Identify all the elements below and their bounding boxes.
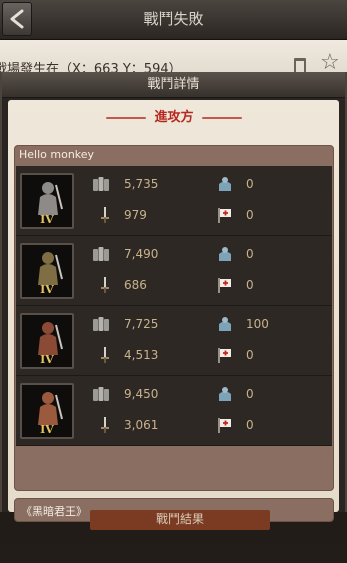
troop-lost: 0 [246,208,254,222]
battle-report-screen: 戰鬥失敗 戰場發生在（X：663 Y：594） ☆ 戰鬥詳情 進攻方 Hello… [0,0,347,563]
wounded-icon [219,247,231,261]
dialog-title: 戰鬥詳情 [147,77,200,92]
troop-portrait[interactable]: IV [20,173,74,229]
troop-row: IV 9,450 0 3,061 0 [16,376,332,446]
troop-wounded: 0 [246,177,254,191]
troop-count-icon [93,387,109,401]
troop-lost: 0 [246,348,254,362]
troop-survived: 3,061 [124,418,159,432]
troop-survived: 979 [124,208,147,222]
troop-total: 5,735 [124,177,159,191]
right-ornament [202,117,242,119]
archer-icon [38,392,63,425]
wounded-icon [219,387,231,401]
troop-lost: 0 [246,418,254,432]
sword-icon [101,417,109,433]
troop-count-icon [93,247,109,261]
wounded-icon [219,317,231,331]
medical-flag-icon [218,278,231,293]
tier-label: IV [40,283,54,296]
troop-portrait[interactable]: IV [20,243,74,299]
spearman-icon [38,322,63,355]
troop-portrait[interactable]: IV [20,313,74,369]
troop-row: IV 5,735 0 979 0 [16,166,332,236]
battle-details-dialog: 戰鬥詳情 進攻方 Hello monkey IV 5,735 0 979 0 I… [0,72,347,522]
troop-survived: 686 [124,278,147,292]
troop-survived: 4,513 [124,348,159,362]
battle-result-button[interactable]: 戰鬥結果 [90,510,270,530]
player-name: Hello monkey [19,148,95,161]
cavalry-icon [38,252,63,285]
troop-total: 7,725 [124,317,159,331]
troop-wounded: 100 [246,317,269,331]
troop-portrait[interactable]: IV [20,383,74,439]
troop-count-icon [93,177,109,191]
troop-wounded: 0 [246,247,254,261]
defender-name: 《黑暗君王》 [21,505,87,518]
swordsman-icon [38,182,63,215]
troop-count-icon [93,317,109,331]
sword-icon [101,207,109,223]
medical-flag-icon [218,348,231,363]
attacker-panel: Hello monkey IV 5,735 0 979 0 IV 7,490 0… [14,145,334,491]
troop-total: 7,490 [124,247,159,261]
dialog-header: 戰鬥詳情 [2,72,345,98]
page-title: 戰鬥失敗 [143,10,204,28]
battle-result-label: 戰鬥結果 [155,512,204,526]
star-icon[interactable]: ☆ [320,52,340,74]
dialog-body: 進攻方 Hello monkey IV 5,735 0 979 0 IV 7,4… [8,100,339,522]
tier-label: IV [40,423,54,436]
sword-icon [101,277,109,293]
tier-label: IV [40,353,54,366]
troop-wounded: 0 [246,387,254,401]
troop-row: IV 7,490 0 686 0 [16,236,332,306]
tier-label: IV [40,213,54,226]
troop-total: 9,450 [124,387,159,401]
sword-icon [101,347,109,363]
troop-list: IV 5,735 0 979 0 IV 7,490 0 686 0 IV 7,7… [16,166,332,446]
medical-flag-icon [218,208,231,223]
wounded-icon [219,177,231,191]
top-bar: 戰鬥失敗 [0,0,347,40]
troop-lost: 0 [246,278,254,292]
troop-row: IV 7,725 100 4,513 0 [16,306,332,376]
attacker-banner: 進攻方 [96,106,252,130]
medical-flag-icon [218,418,231,433]
